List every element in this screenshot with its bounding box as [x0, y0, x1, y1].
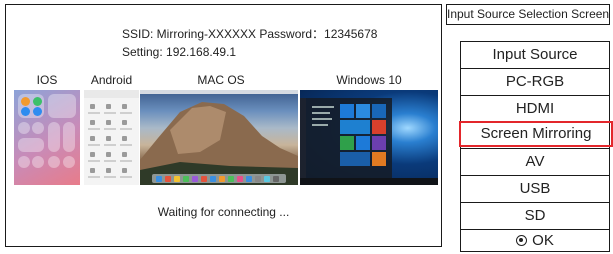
menu-caption: Input Source Selection Screen: [446, 4, 610, 25]
setting-ip-text: Setting: 192.168.49.1: [122, 45, 237, 59]
menu-header-input-source: Input Source: [492, 46, 578, 63]
ok-label: OK: [532, 232, 554, 249]
android-screenshot-image: [84, 90, 139, 185]
ssid-password-text: SSID: Mirroring-XXXXXX Password：12345678: [122, 27, 378, 41]
ios-screenshot-image: [14, 90, 80, 185]
input-source-menu: Input Source PC-RGB HDMI Screen Mirrorin…: [459, 41, 613, 254]
windows-10-screenshot-image: [300, 90, 438, 185]
menu-item-sd[interactable]: SD: [461, 203, 609, 229]
menu-item-screen-mirroring[interactable]: Screen Mirroring: [459, 121, 613, 147]
connection-status-text: Waiting for connecting ...: [157, 205, 290, 219]
ios-label: IOS: [36, 73, 58, 87]
menu-item-hdmi[interactable]: HDMI: [461, 96, 609, 122]
menu-item-pc-rgb[interactable]: PC-RGB: [461, 69, 609, 95]
radio-dot-icon: [516, 235, 528, 246]
menu-item-usb[interactable]: USB: [461, 176, 609, 202]
ok-button[interactable]: OK: [461, 228, 609, 254]
android-label: Android: [90, 73, 133, 87]
mirroring-screen: SSID: Mirroring-XXXXXX Password：12345678…: [5, 4, 442, 247]
menu-item-av[interactable]: AV: [461, 149, 609, 175]
mac-os-screenshot-image: [140, 90, 298, 185]
windows-10-label: Windows 10: [336, 73, 402, 87]
mac-os-label: MAC OS: [197, 73, 245, 87]
